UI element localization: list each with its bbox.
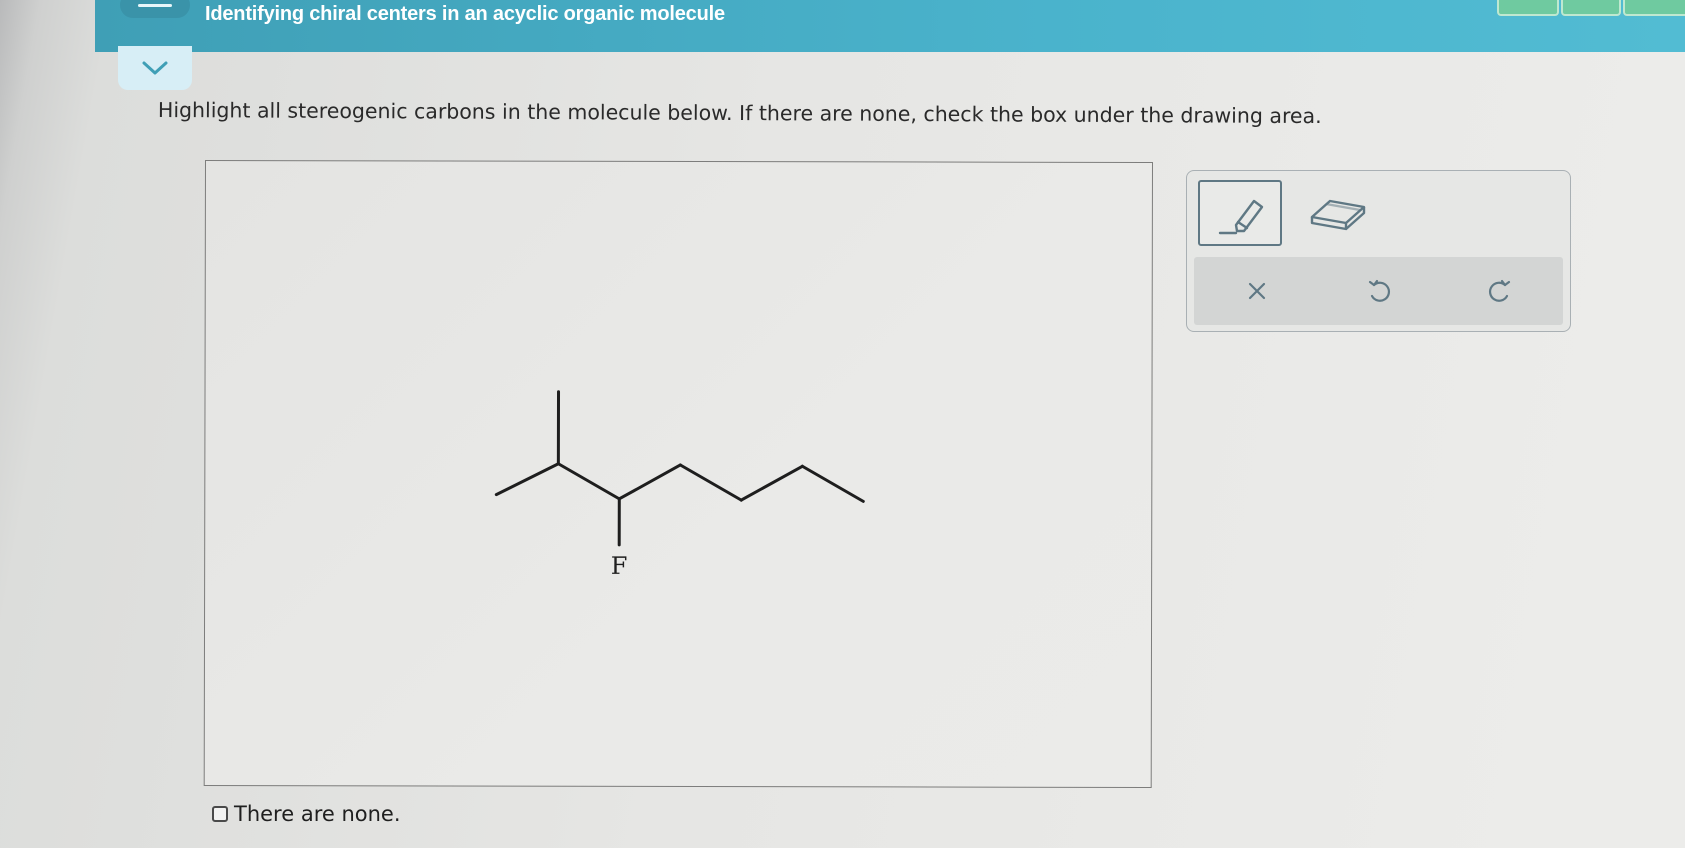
action-bar	[1194, 257, 1563, 325]
redo-button[interactable]	[1465, 257, 1535, 325]
menu-bar-icon	[138, 3, 172, 7]
clear-button[interactable]	[1222, 257, 1292, 325]
bond-c5-c6	[739, 464, 804, 502]
none-label: There are none.	[234, 802, 401, 826]
bond-c2-c3	[556, 462, 621, 501]
chevron-down-icon	[142, 61, 168, 75]
redo-icon	[1489, 279, 1511, 302]
eraser-icon	[1310, 199, 1366, 231]
bond-c6-c7	[800, 464, 865, 503]
highlighter-icon	[1218, 199, 1264, 235]
undo-button[interactable]	[1344, 257, 1414, 325]
page-title: Identifying chiral centers in an acyclic…	[205, 3, 725, 25]
clear-icon	[1248, 282, 1266, 300]
undo-icon	[1368, 279, 1390, 302]
screen: Identifying chiral centers in an acyclic…	[0, 0, 1685, 848]
bond-c3-c4	[617, 463, 682, 501]
drawing-area[interactable]: F	[203, 160, 1153, 788]
none-checkbox[interactable]	[212, 806, 228, 822]
question-prompt: Highlight all stereogenic carbons in the…	[157, 98, 1322, 129]
header-action-3[interactable]	[1623, 0, 1685, 16]
header-action-1[interactable]	[1497, 0, 1559, 16]
eraser-tool-button[interactable]	[1303, 185, 1373, 241]
none-option[interactable]: There are none.	[212, 802, 401, 826]
highlighter-tool-button[interactable]	[1198, 180, 1282, 246]
molecule-structure: F	[494, 390, 865, 580]
bond-c1-c2	[494, 462, 560, 497]
menu-button[interactable]	[120, 0, 190, 18]
fluorine-atom-label: F	[611, 552, 628, 580]
bond-c4-c5	[678, 463, 743, 502]
header-action-2[interactable]	[1561, 0, 1621, 16]
collapse-button[interactable]	[118, 46, 192, 90]
toolbox-panel	[1186, 170, 1571, 332]
